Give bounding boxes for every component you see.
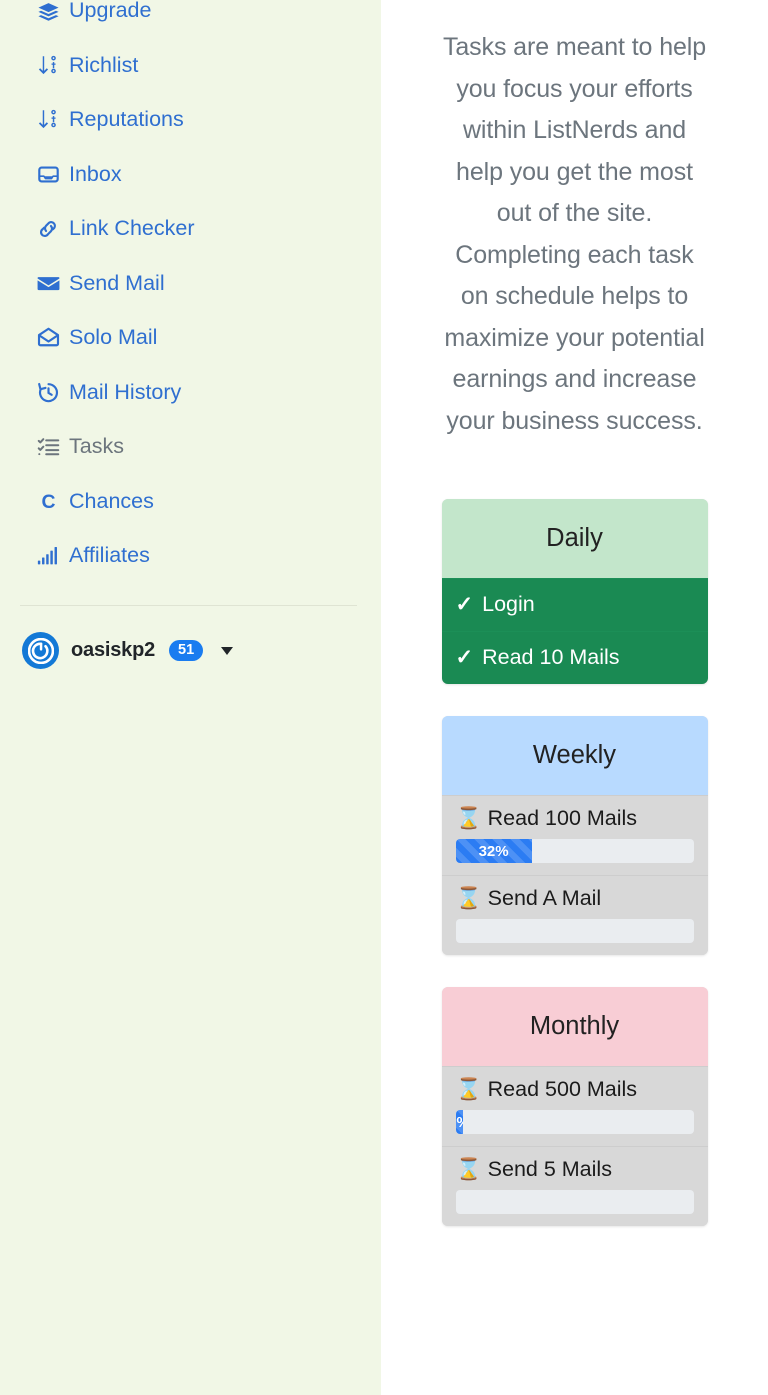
task-row[interactable]: ⌛Read 500 Mails 3% [441, 1066, 708, 1146]
card-title-monthly: Monthly [441, 987, 708, 1066]
sidebar-item-label: Affiliates [69, 543, 150, 567]
sidebar: Upgrade Richlist Reputations Inbox Link Chec… [0, 0, 381, 1395]
power-logo-icon [22, 632, 59, 669]
card-title-daily: Daily [441, 499, 708, 578]
sidebar-item-reputations[interactable]: Reputations [0, 93, 381, 148]
task-label: Send 5 Mails [487, 1157, 612, 1181]
open-envelope-icon [36, 326, 60, 350]
task-cards: Daily ✓ Login ✓ Read 10 Mails Weekly ⌛ Read 100… [441, 499, 708, 1226]
task-label: Read 500 Mails [487, 1077, 638, 1101]
hourglass-icon: ⌛ [455, 1158, 482, 1181]
username-label: oasiskp2 [71, 639, 156, 661]
sidebar-item-inbox[interactable]: Inbox [0, 147, 381, 202]
sort-down-icon [36, 108, 60, 132]
app-root: Upgrade Richlist Reputations Inbox Link Chec… [0, 0, 768, 1395]
sidebar-item-label: Chances [69, 488, 154, 513]
task-title: ⌛ Read 100 Mails [456, 806, 694, 831]
sidebar-item-link-checker[interactable]: Link Checker [0, 202, 381, 257]
sidebar-item-solo-mail[interactable]: Solo Mail [0, 311, 381, 366]
sidebar-item-affiliates[interactable]: Affiliates [0, 529, 381, 584]
task-progress: 3% [455, 1110, 694, 1134]
task-progress [455, 919, 694, 943]
task-progress-bar: 32% [455, 839, 532, 863]
main-content: Tasks are meant to help you focus your e… [381, 0, 768, 1395]
task-progress-bar: 3% [455, 1110, 463, 1134]
bar-chart-icon [36, 544, 60, 568]
sort-down-icon [36, 53, 60, 77]
sidebar-item-send-mail[interactable]: Send Mail [0, 256, 381, 311]
sidebar-item-label: Tasks [69, 434, 124, 458]
task-card-weekly: Weekly ⌛ Read 100 Mails 32% ⌛ Send A Mail [441, 716, 708, 955]
task-card-daily: Daily ✓ Login ✓ Read 10 Mails [441, 499, 708, 684]
task-card-monthly: Monthly⌛Read 500 Mails3%⌛Send 5 Mails [441, 987, 708, 1226]
envelope-icon [36, 271, 60, 295]
task-label: Send A Mail [487, 886, 602, 910]
sidebar-item-label: Richlist [69, 52, 139, 77]
check-icon: ✓ [455, 593, 474, 616]
card-title-weekly: Weekly [441, 716, 708, 795]
task-row[interactable]: ✓ Read 10 Mails [441, 631, 708, 684]
task-row[interactable]: ✓ Login [441, 578, 708, 631]
sidebar-item-label: Reputations [69, 107, 184, 131]
sidebar-divider [20, 605, 357, 606]
sidebar-item-label: Upgrade [69, 0, 152, 22]
sidebar-item-label: Link Checker [69, 216, 195, 240]
task-label: Login [482, 592, 535, 616]
check-icon: ✓ [455, 646, 474, 669]
task-row[interactable]: ⌛ Send 5 Mails [441, 1146, 708, 1226]
inbox-icon [36, 162, 60, 186]
letter-c-icon: C [36, 489, 60, 513]
hourglass-icon: ⌛ [455, 887, 482, 910]
task-row[interactable]: ⌛ Send A Mail [441, 875, 708, 955]
sidebar-item-chances[interactable]: C Chances [0, 474, 381, 529]
hourglass-icon: ⌛ [455, 1078, 482, 1101]
svg-text:C: C [41, 491, 55, 513]
sidebar-item-tasks[interactable]: Tasks [0, 420, 381, 475]
sidebar-nav: Upgrade Richlist Reputations Inbox Link Chec… [0, 0, 381, 583]
link-icon [36, 217, 60, 241]
sidebar-item-upgrade[interactable]: Upgrade [0, 0, 381, 38]
checklist-icon [36, 435, 60, 459]
task-row[interactable]: ⌛ Read 100 Mails 32% [441, 795, 708, 875]
clock-history-icon [36, 380, 60, 404]
sidebar-item-label: Solo Mail [69, 325, 158, 349]
sidebar-item-richlist[interactable]: Richlist [0, 38, 381, 93]
task-label: Read 10 Mails [482, 645, 620, 669]
sidebar-item-label: Send Mail [69, 270, 165, 295]
task-progress: 32% [455, 839, 694, 863]
hourglass-icon: ⌛ [455, 807, 482, 830]
task-progress [455, 1190, 694, 1214]
sidebar-item-label: Mail History [69, 379, 182, 404]
sidebar-item-label: Inbox [69, 161, 122, 186]
sidebar-item-mail-history[interactable]: Mail History [0, 365, 381, 420]
layers-icon [36, 0, 60, 24]
caret-down-icon[interactable] [221, 646, 234, 655]
user-menu[interactable]: oasiskp2 51 [0, 632, 381, 669]
task-title: ⌛ Read 500 Mails [456, 1077, 694, 1102]
tasks-intro-text: Tasks are meant to help you focus your e… [442, 33, 707, 435]
task-title: ⌛ Send A Mail [456, 886, 694, 911]
task-title: ⌛ Send 5 Mails [456, 1157, 694, 1182]
task-label: Read 100 Mails [487, 806, 638, 830]
user-level-badge: 51 [169, 639, 204, 662]
